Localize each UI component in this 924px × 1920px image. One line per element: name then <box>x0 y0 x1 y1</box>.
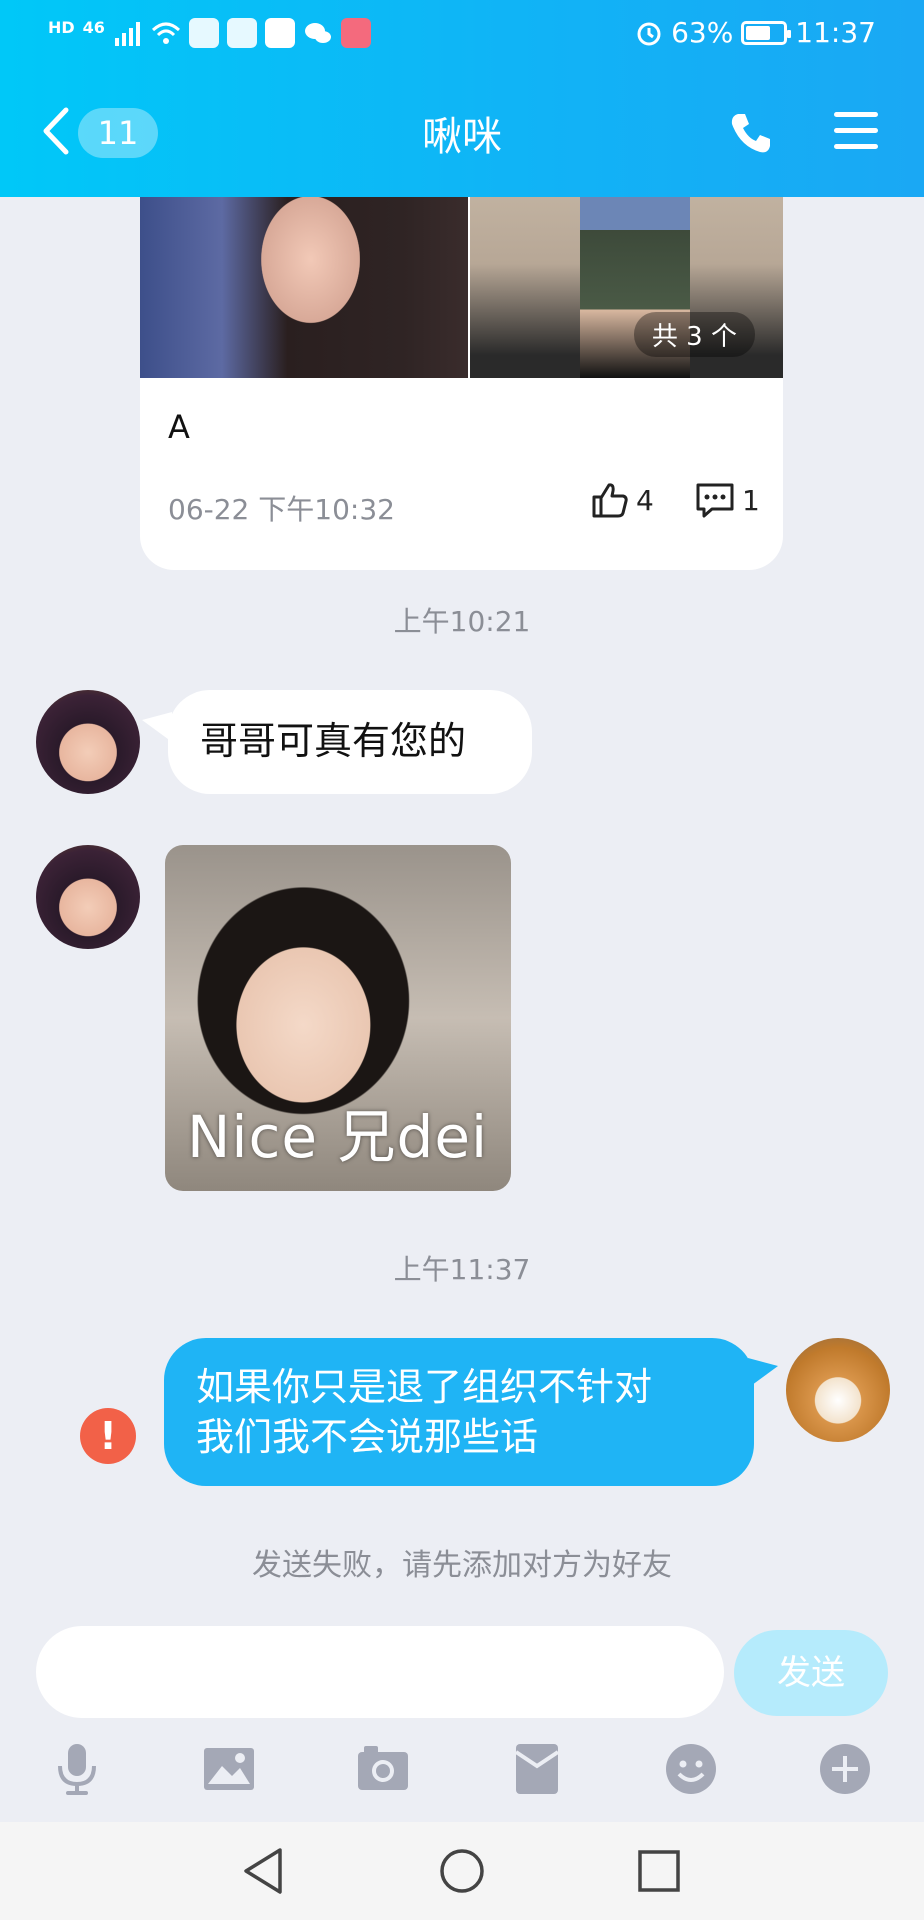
avatar[interactable] <box>36 690 140 794</box>
hd-indicator: HD <box>48 18 75 37</box>
message-timestamp: 上午11:37 <box>393 1253 531 1286</box>
status-time: 11:37 <box>795 16 876 49</box>
sticker-caption: Nice 兄dei <box>187 1103 489 1171</box>
message-timestamp: 上午10:21 <box>393 605 531 638</box>
image-icon[interactable] <box>202 1742 256 1796</box>
input-toolbar <box>0 1730 924 1810</box>
nav-recents-icon[interactable] <box>634 1846 684 1896</box>
moment-card[interactable]: 共 3 个 A 06-22 下午10:32 4 1 <box>140 150 783 570</box>
camera-icon[interactable] <box>356 1742 410 1796</box>
menu-icon[interactable] <box>834 112 878 150</box>
message-line: 如果你只是退了组织不针对 <box>196 1365 653 1409</box>
comment-icon <box>696 483 734 518</box>
avatar[interactable] <box>36 845 140 949</box>
wifi-icon <box>151 22 180 44</box>
youku-icon <box>264 18 295 48</box>
thumbs-up-icon <box>592 483 628 518</box>
wechat-icon <box>304 23 331 43</box>
signal-icon <box>114 22 140 46</box>
app-notification-icon <box>188 18 219 48</box>
status-bar: HD 46 63% 11:37 <box>0 0 924 70</box>
battery-icon <box>741 20 792 45</box>
chat-title: 啾咪 <box>422 114 502 160</box>
send-button[interactable]: 发送 <box>734 1630 888 1716</box>
moment-text: A <box>168 408 190 446</box>
message-line: 我们我不会说那些话 <box>196 1415 539 1459</box>
send-failed-icon[interactable]: ! <box>80 1408 136 1464</box>
app-notification-icon <box>340 18 371 48</box>
bubble-tail <box>748 1358 778 1388</box>
nav-back-icon[interactable] <box>240 1846 290 1896</box>
message-bubble[interactable]: 哥哥可真有您的 <box>168 690 532 794</box>
microphone-icon[interactable] <box>50 1742 104 1796</box>
nav-home-icon[interactable] <box>437 1846 487 1896</box>
message-input[interactable] <box>36 1626 724 1718</box>
photo-count-badge: 共 3 个 <box>633 312 755 357</box>
app-notification-icon <box>226 18 257 48</box>
send-failed-notice: 发送失败，请先添加对方为好友 <box>252 1548 672 1583</box>
nav-bar: 11 啾咪 <box>0 92 924 172</box>
sticker-image[interactable]: Nice 兄dei <box>165 845 511 1191</box>
battery-percent: 63% <box>671 16 734 49</box>
moment-timestamp: 06-22 下午10:32 <box>168 493 395 526</box>
message-bubble-outgoing[interactable]: 如果你只是退了组织不针对 我们我不会说那些话 <box>164 1338 754 1486</box>
avatar[interactable] <box>786 1338 890 1442</box>
chat-header: HD 46 63% 11:37 11 啾咪 <box>0 0 924 197</box>
plus-icon[interactable] <box>818 1742 872 1796</box>
emoji-icon[interactable] <box>664 1742 718 1796</box>
system-nav-bar <box>0 1822 924 1920</box>
like-button[interactable]: 4 <box>590 480 654 520</box>
phone-icon[interactable] <box>728 110 774 156</box>
comment-button[interactable]: 1 <box>694 480 760 520</box>
red-packet-icon[interactable] <box>510 1742 564 1796</box>
comment-count: 1 <box>742 483 760 517</box>
alarm-icon <box>637 22 661 45</box>
network-indicator: 46 <box>82 18 105 37</box>
like-count: 4 <box>636 483 654 517</box>
